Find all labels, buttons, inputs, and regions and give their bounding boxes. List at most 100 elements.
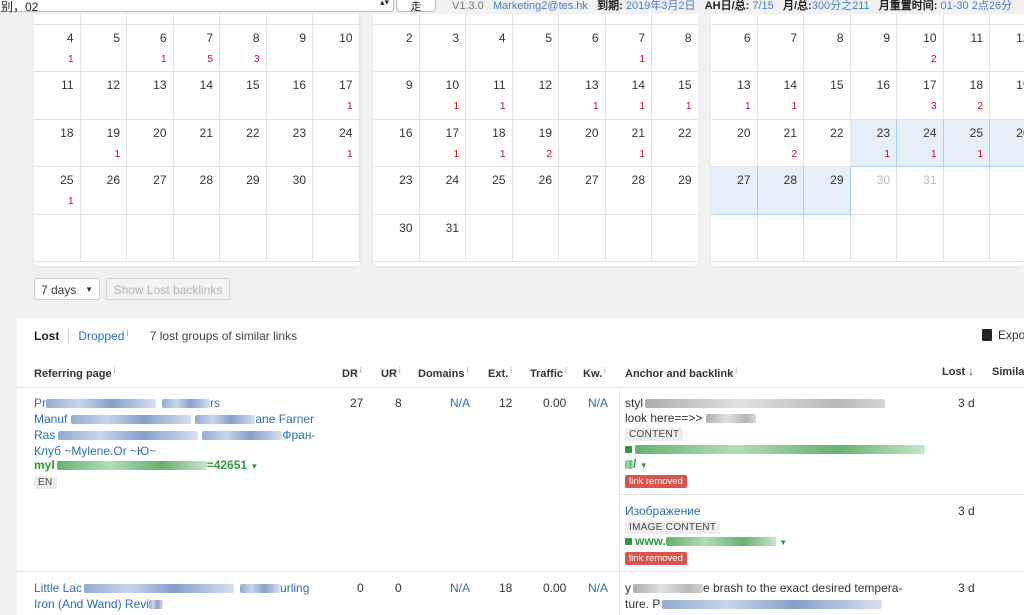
calendar-day-cell[interactable]: 28 — [757, 167, 804, 215]
calendar-day-cell[interactable]: 11 1 — [466, 72, 513, 120]
info-icon[interactable]: i — [604, 366, 606, 375]
calendar-day-cell[interactable]: 261 — [990, 119, 1024, 167]
calendar-day-cell[interactable]: 31 — [419, 214, 466, 262]
calendar-day-cell[interactable]: 75 — [173, 24, 220, 72]
domains-value[interactable]: N/A — [450, 581, 470, 595]
show-lost-backlinks-button[interactable]: Show Lost backlinks — [106, 278, 230, 300]
calendar-day-cell[interactable]: 24 1 — [897, 119, 944, 167]
calendar-day-cell[interactable]: 28 — [173, 167, 220, 215]
calendar-day-cell[interactable]: 14 1 — [605, 72, 652, 120]
info-icon[interactable]: i — [114, 366, 116, 375]
col-ur[interactable]: UR i — [381, 366, 401, 380]
calendar-day-cell[interactable]: 19 1 — [80, 119, 127, 167]
calendar-day-cell[interactable]: 9 — [373, 72, 420, 120]
backlink-url-line2[interactable]: / ▼ — [625, 457, 648, 471]
calendar-day-cell[interactable]: 10 1 — [419, 72, 466, 120]
go-button[interactable]: 走 — [396, 0, 436, 13]
calendar-day-cell[interactable]: 4 — [466, 24, 513, 72]
calendar-day-cell[interactable]: 30 — [850, 167, 897, 215]
chevron-down-icon[interactable]: ▼ — [640, 461, 648, 470]
calendar-day-cell[interactable]: 5 — [512, 24, 559, 72]
calendar-day-cell[interactable]: 8 — [652, 24, 698, 72]
calendar-day-cell[interactable]: 20 — [559, 119, 606, 167]
calendar-day-cell[interactable]: 9 — [850, 24, 897, 72]
calendar-day-cell[interactable]: 12 — [512, 72, 559, 120]
calendar-day-cell[interactable]: 27 — [711, 167, 758, 215]
chevron-down-icon[interactable]: ▼ — [250, 462, 258, 471]
col-lost[interactable]: Lost ↓ — [942, 366, 974, 378]
info-icon[interactable]: i — [126, 328, 128, 338]
col-ext[interactable]: Ext. i — [488, 366, 512, 380]
calendar-day-cell[interactable]: 71 — [605, 24, 652, 72]
col-referring-page[interactable]: Referring page i — [34, 366, 115, 380]
calendar-day-cell[interactable]: 20 — [711, 119, 758, 167]
calendar-day-cell[interactable]: 16 — [373, 119, 420, 167]
calendar-day-cell[interactable]: 7 — [757, 24, 804, 72]
calendar-day-cell[interactable]: 17 1 — [313, 72, 360, 120]
info-icon[interactable]: i — [565, 366, 567, 375]
calendar-day-cell[interactable]: 18 1 — [466, 119, 513, 167]
calendar-day-cell[interactable]: 13 — [127, 72, 174, 120]
calendar-day-cell[interactable]: 15 — [804, 72, 851, 120]
calendar-day-cell[interactable]: 23 1 — [850, 119, 897, 167]
calendar-day-cell[interactable]: 61 — [127, 24, 174, 72]
calendar-day-cell[interactable]: 31 — [897, 167, 944, 215]
calendar-day-cell[interactable]: 6 — [711, 24, 758, 72]
calendar-day-cell[interactable]: 13 1 — [559, 72, 606, 120]
col-traffic[interactable]: Traffic i — [530, 366, 567, 380]
calendar-day-cell[interactable]: 18 2 — [943, 72, 990, 120]
account-email[interactable]: Marketing2@tes.hk — [493, 0, 588, 12]
tab-lost[interactable]: Lost — [34, 329, 59, 343]
backlink-url[interactable] — [625, 442, 925, 456]
calendar-day-cell[interactable]: 18 — [34, 119, 81, 167]
info-icon[interactable]: i — [360, 366, 362, 375]
calendar-day-cell[interactable]: 22 — [652, 119, 698, 167]
info-icon[interactable]: i — [735, 366, 737, 375]
calendar-day-cell[interactable]: 27 — [127, 167, 174, 215]
calendar-day-cell[interactable]: 3 — [419, 24, 466, 72]
calendar-day-cell[interactable]: 8 — [804, 24, 851, 72]
calendar-day-cell[interactable]: 25 1 — [943, 119, 990, 167]
calendar-day-cell[interactable]: 20 — [127, 119, 174, 167]
calendar-day-cell[interactable]: 29 — [804, 167, 851, 215]
calendar-day-cell[interactable]: 11 — [34, 72, 81, 120]
col-domains[interactable]: Domains i — [418, 366, 468, 380]
referring-page-title[interactable]: Little Lac urling — [34, 581, 309, 595]
calendar-day-cell[interactable]: 26 — [512, 167, 559, 215]
anchor-image-link[interactable]: Изображение — [625, 504, 701, 518]
calendar-day-cell[interactable]: 16 — [266, 72, 313, 120]
info-icon[interactable]: i — [510, 366, 512, 375]
calendar-day-cell[interactable]: 25 1 — [34, 167, 81, 215]
calendar-day-cell[interactable]: 30 — [373, 214, 420, 262]
keywords-value[interactable]: N/A — [588, 396, 608, 410]
calendar-day-cell[interactable]: 21 — [173, 119, 220, 167]
referring-page-url[interactable]: myl =42651 ▼ — [34, 458, 258, 472]
col-dr[interactable]: DR i — [342, 366, 362, 380]
col-similar[interactable]: Simila — [992, 366, 1024, 378]
calendar-day-cell[interactable]: 27 — [559, 167, 606, 215]
calendar-day-cell[interactable]: 21 1 — [605, 119, 652, 167]
col-anchor-backlink[interactable]: Anchor and backlink i — [625, 366, 737, 380]
domains-value[interactable]: N/A — [450, 396, 470, 410]
calendar-day-cell[interactable]: 16 — [850, 72, 897, 120]
calendar-day-cell[interactable]: 13 1 — [711, 72, 758, 120]
calendar-day-cell[interactable]: 41 — [34, 24, 81, 72]
calendar-day-cell[interactable]: 23 — [266, 119, 313, 167]
calendar-day-cell[interactable]: 29 — [652, 167, 698, 215]
calendar-day-cell[interactable]: 24 1 — [313, 119, 360, 167]
export-button[interactable]: Expo — [982, 328, 1024, 342]
calendar-day-cell[interactable]: 17 1 — [419, 119, 466, 167]
calendar-day-cell[interactable]: 11 — [943, 24, 990, 72]
days-range-select[interactable]: 7 days ▼ — [34, 278, 100, 300]
calendar-day-cell[interactable]: 29 — [220, 167, 267, 215]
calendar-day-cell[interactable]: 19 2 — [512, 119, 559, 167]
calendar-day-cell[interactable]: 26 — [80, 167, 127, 215]
referring-page-title[interactable]: Pr rs — [34, 396, 220, 410]
calendar-day-cell[interactable]: 21 2 — [757, 119, 804, 167]
calendar-day-cell[interactable]: 22 — [804, 119, 851, 167]
calendar-day-cell[interactable]: 14 1 — [757, 72, 804, 120]
calendar-day-cell[interactable]: 25 — [466, 167, 513, 215]
calendar-day-cell[interactable]: 15 1 — [652, 72, 698, 120]
tab-dropped[interactable]: Dropped — [78, 329, 124, 343]
calendar-day-cell[interactable]: 10 2 — [897, 24, 944, 72]
